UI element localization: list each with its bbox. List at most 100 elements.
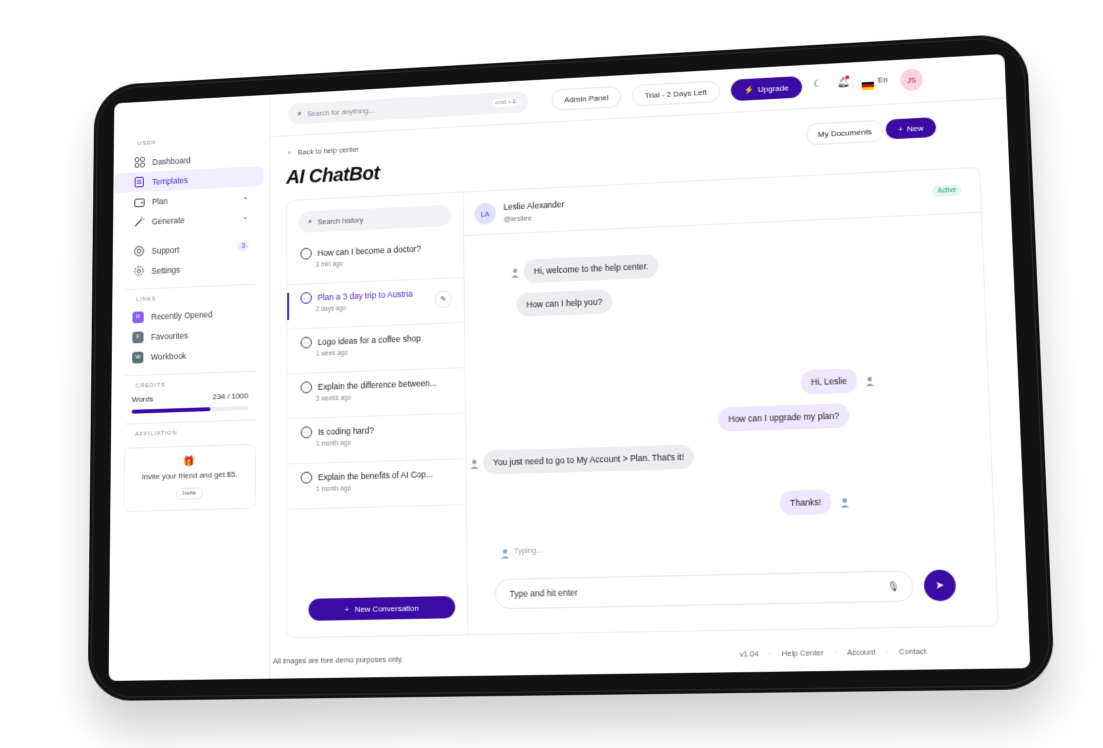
chat-bubble-icon: … (300, 471, 313, 484)
link-chip: F (132, 330, 144, 343)
credits-progress (131, 405, 249, 414)
stage: USER Dashboard Templates Plan ⌄ Generate… (0, 0, 1103, 748)
chat-bubble-icon: … (300, 426, 313, 439)
footer-link-contact[interactable]: Contact (899, 646, 927, 656)
user-avatar[interactable]: JS (899, 68, 924, 92)
microphone-icon[interactable]: 🎙︎ (888, 580, 900, 592)
history-search-input[interactable]: ⌕ Search history (298, 204, 452, 233)
new-label: New (906, 123, 924, 133)
contact-name: Leslie Alexander (503, 199, 565, 212)
admin-panel-button[interactable]: Admin Panel (551, 85, 622, 111)
invite-button[interactable]: Invite (175, 487, 203, 500)
send-icon: ➤ (935, 579, 945, 592)
link-workbook[interactable]: W Workbook (112, 342, 264, 368)
search-placeholder: Search for anything... (307, 105, 375, 118)
send-button[interactable]: ➤ (923, 569, 957, 602)
credits-value: 234 / 1000 (212, 391, 249, 402)
chat-message-outgoing: How can I upgrade my plan? (717, 403, 850, 432)
sidebar-item-label: Templates (152, 174, 188, 187)
gear-icon (133, 265, 144, 277)
flag-de-icon[interactable] (861, 77, 875, 91)
search-shortcut: cmd + E (491, 98, 521, 108)
history-panel: ⌕ Search history … How can I become a doc… (287, 192, 469, 638)
my-documents-button[interactable]: My Documents (806, 119, 884, 146)
history-time: 1 month ago (316, 485, 351, 494)
trial-status-pill[interactable]: Trial - 2 Days Left (631, 80, 721, 107)
message-input[interactable]: Type and hit enter 🎙︎ (494, 570, 915, 610)
plus-icon: + (897, 124, 903, 134)
new-conversation-button[interactable]: + New Conversation (308, 595, 456, 621)
contact-handle: @lesliee (503, 213, 532, 224)
status-badge: Active (932, 184, 962, 197)
user-icon (840, 498, 850, 508)
back-link[interactable]: ‹ Back to help center (288, 145, 359, 157)
user-icon (501, 549, 510, 559)
back-label: Back to help center (298, 144, 359, 157)
credits-row: Words 234 / 1000 (111, 391, 269, 405)
link-chip: R (132, 310, 144, 323)
chat-bubble-icon: … (300, 381, 313, 394)
user-icon (865, 376, 875, 387)
affiliation-card: 🎁 Invite your friend and get $5. Invite (123, 443, 256, 513)
history-search-placeholder: Search history (317, 215, 364, 226)
history-question: Logo ideas for a coffee shop (317, 333, 421, 348)
history-item-active[interactable]: … Plan a 3 day trip to Austria 2 days ago… (287, 277, 465, 330)
history-question: Plan a 3 day trip to Austria (317, 288, 413, 303)
history-item[interactable]: … Is coding hard? 1 month ago (287, 413, 466, 465)
history-item[interactable]: … Explain the difference between... 3 wee… (287, 368, 465, 420)
history-question: Is coding hard? (317, 425, 374, 437)
typing-indicator: Typing... (513, 545, 543, 556)
new-button[interactable]: + New (885, 117, 937, 140)
wallet-icon (133, 196, 144, 208)
footer-links: v1.04 · Help Center · Account · Contact (739, 646, 926, 658)
credits-progress-fill (131, 407, 211, 414)
sidebar-section-credits: CREDITS (135, 382, 166, 390)
user-icon (470, 459, 479, 470)
footer-separator: · (833, 647, 837, 658)
plus-icon: + (344, 604, 349, 614)
sidebar-item-label: Support (151, 244, 180, 256)
footer-separator: · (768, 648, 772, 659)
credits-label: Words (131, 394, 154, 405)
history-item[interactable]: … Explain the benefits of AI Cop... 1 mon… (287, 459, 466, 510)
history-item[interactable]: … Logo ideas for a coffee shop 1 week ago (287, 322, 465, 375)
upgrade-button[interactable]: ⚡ Upgrade (730, 75, 803, 102)
sidebar-item-label: Plan (151, 195, 168, 206)
chat-panel: ⌕ Search history … How can I become a doc… (286, 166, 999, 639)
link-label: Recently Opened (151, 309, 213, 322)
chat-area: LA Leslie Alexander @lesliee Active Hi, … (462, 167, 998, 634)
history-time: 2 days ago (315, 305, 347, 314)
chat-bubble-icon: … (300, 247, 312, 260)
history-item[interactable]: … How can I become a doctor? 3 min ago (287, 233, 464, 286)
new-conversation-label: New Conversation (354, 603, 419, 614)
footer-link-help-center[interactable]: Help Center (782, 648, 824, 658)
sidebar-item-label: Dashboard (152, 155, 191, 167)
gift-icon: 🎁 (183, 456, 196, 468)
history-time: 1 month ago (315, 439, 351, 448)
user-icon (511, 268, 520, 278)
chevron-left-icon: ‹ (288, 148, 291, 158)
chat-bubble-icon: … (300, 291, 312, 305)
lifebuoy-icon (133, 245, 144, 257)
link-label: Workbook (150, 350, 187, 362)
link-chip: W (132, 351, 144, 364)
wand-icon (133, 216, 144, 228)
tablet-frame: USER Dashboard Templates Plan ⌄ Generate… (87, 32, 1056, 702)
footer-separator: · (885, 647, 889, 657)
chevron-down-icon: ⌄ (242, 192, 249, 202)
language-label[interactable]: En (878, 75, 888, 84)
sidebar-item-label: Generate (151, 214, 185, 226)
history-question: Explain the difference between... (317, 377, 437, 392)
search-icon: ⌕ (297, 109, 302, 118)
sidebar: USER Dashboard Templates Plan ⌄ Generate… (108, 94, 271, 681)
global-search-input[interactable]: ⌕ Search for anything... cmd + E (288, 90, 529, 125)
message-input-text: Type and hit enter (509, 587, 578, 599)
history-time: 1 week ago (315, 349, 348, 358)
affiliation-text: Invite your friend and get $5. (141, 469, 238, 482)
bolt-icon: ⚡ (743, 84, 754, 95)
chevron-down-icon: ⌄ (242, 212, 249, 222)
footer-disclaimer: All images are fore demo purposes only. (272, 654, 404, 666)
moon-icon[interactable]: ☾ (813, 79, 822, 90)
footer-link-account[interactable]: Account (847, 647, 876, 657)
history-question: How can I become a doctor? (317, 243, 421, 258)
